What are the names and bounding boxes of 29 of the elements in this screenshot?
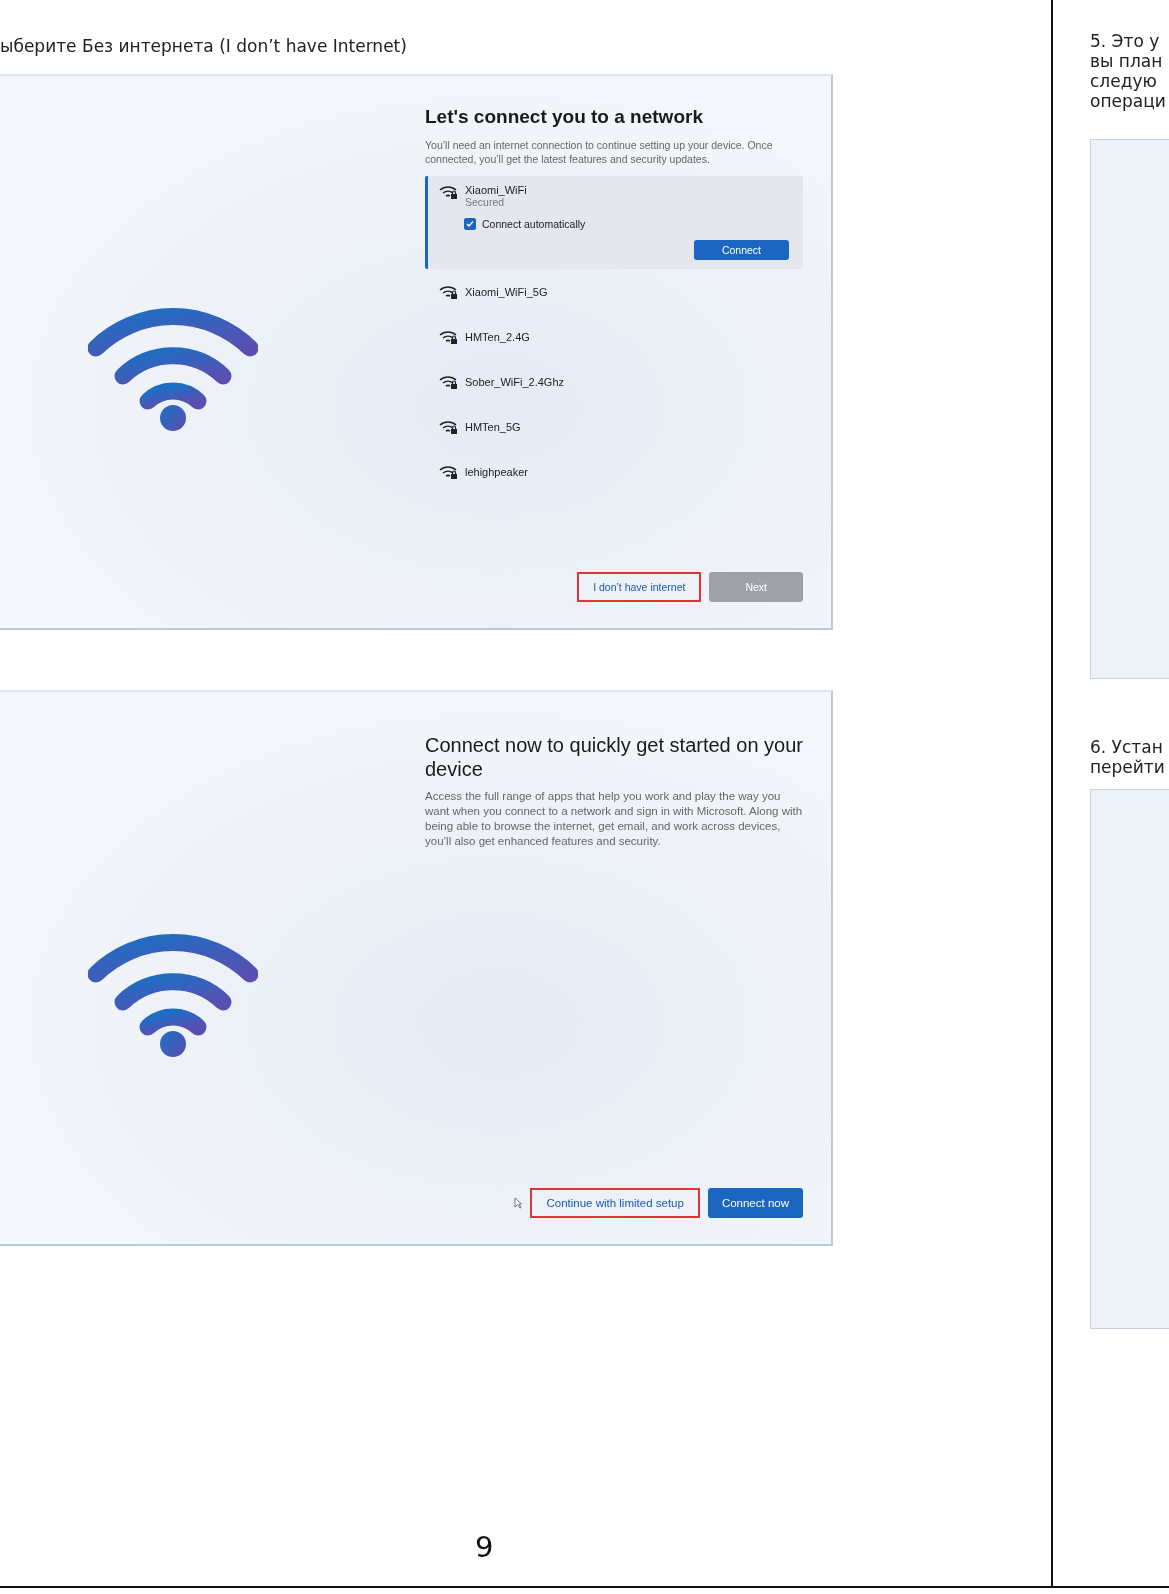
network-status: Secured [465, 196, 506, 208]
screen-description: You’ll need an internet connection to continue setting up your device. Once connected, you’ll get the latest features and security updates. [425, 138, 774, 166]
checkbox-label: Connect automatically [482, 218, 586, 230]
link-button[interactable]: Continue with limited setup [530, 1188, 700, 1218]
wifi-lock-icon [439, 184, 459, 200]
network-name: Xiaomi_WiFi [465, 184, 527, 196]
screen-description: Access the full range of apps that help you work and play the way you want when you connect to a network and sign in with Microsoft. Along with being able to browse the internet, get email, and work across devices, you’ll also get enhanced features and security. [425, 789, 803, 849]
checkbox[interactable] [464, 218, 476, 230]
wifi-lock-icon [439, 283, 459, 300]
network-item[interactable]: Xiaomi_WiFi Secured Connect automatically Connect [425, 176, 803, 269]
link-button[interactable]: I don’t have internet [577, 572, 702, 602]
step-text: 6. Устан перейти [1090, 737, 1166, 777]
mouse-cursor-icon [514, 1197, 523, 1209]
screen-title: Let's connect you to a network [425, 106, 704, 128]
connect-button[interactable]: Connect [693, 240, 789, 260]
network-item[interactable]: HMTen_2.4G [425, 314, 803, 359]
instruction-text: ыберите Без интернета (I don’t have Internet) [0, 36, 408, 58]
step-text: 5. Это у вы план следую операци [1090, 31, 1167, 111]
screen-title: Connect now to quickly get started on your device [425, 733, 803, 781]
network-item[interactable]: Xiaomi_WiFi_5G [425, 269, 803, 314]
network-item[interactable]: Sober_WiFi_2.4Ghz [425, 359, 803, 404]
connect-now-button[interactable]: Connect now [707, 1188, 803, 1218]
network-item[interactable]: lehighpeaker [425, 449, 803, 494]
network-item[interactable]: HMTen_5G [425, 404, 803, 449]
page-number: 9 [474, 1530, 495, 1564]
wifi-lock-icon [439, 463, 459, 480]
wifi-lock-icon [439, 373, 459, 390]
wifi-lock-icon [439, 328, 459, 345]
wifi-lock-icon [439, 418, 459, 435]
